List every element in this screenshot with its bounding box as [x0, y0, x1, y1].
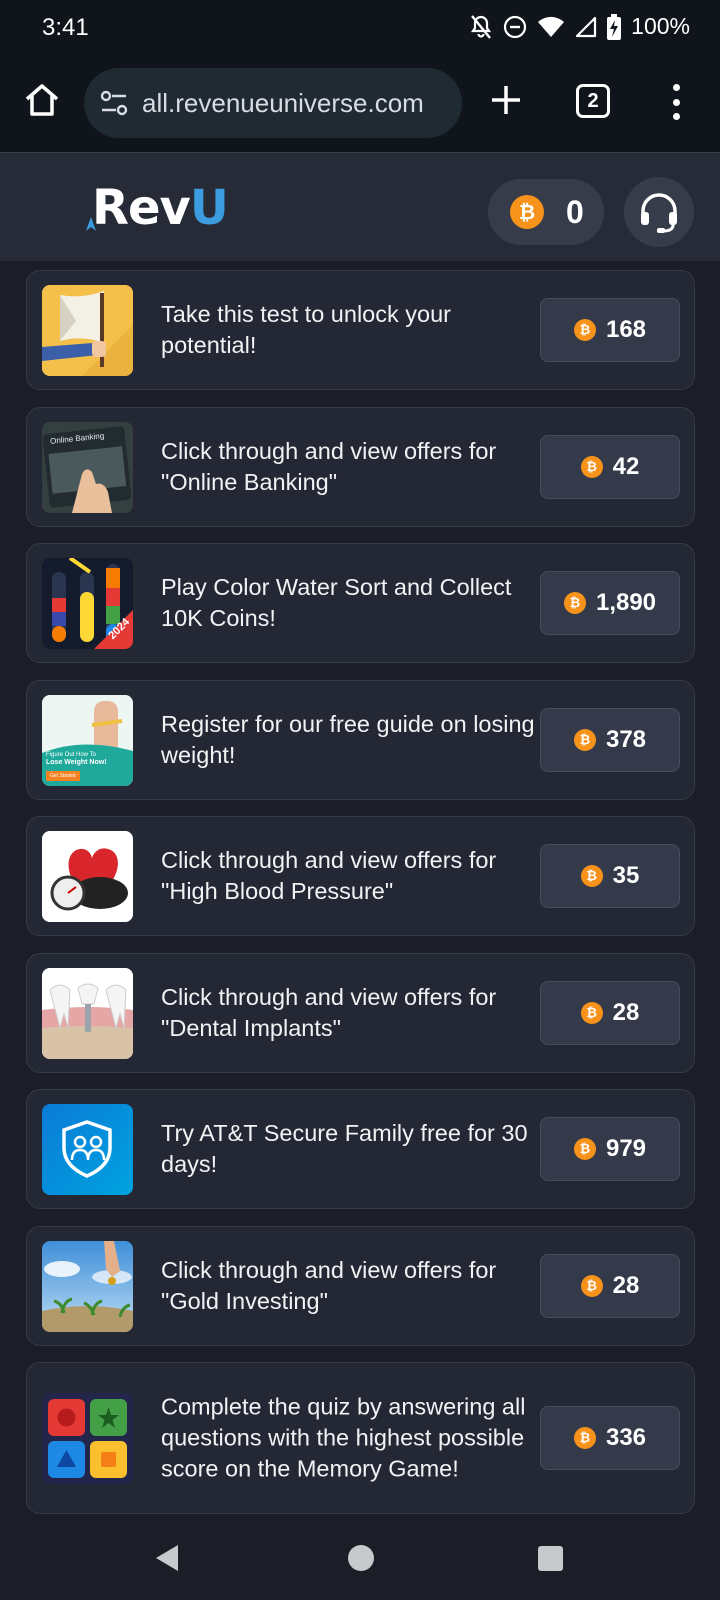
wifi-icon: [538, 16, 565, 37]
system-nav-bar: [0, 1516, 720, 1600]
recents-icon[interactable]: [538, 1546, 563, 1571]
notifications-off-icon: [471, 14, 492, 39]
back-icon[interactable]: [154, 1543, 180, 1573]
offer-title: Try AT&T Secure Family free for 30 days!: [161, 1120, 528, 1177]
offer-card[interactable]: Take this test to unlock your potential!…: [26, 270, 695, 390]
logo-u: U: [189, 180, 229, 236]
reward-button[interactable]: ₿ 28: [540, 980, 680, 1045]
reward-button[interactable]: ₿ 378: [540, 707, 680, 772]
offer-title: Register for our free guide on losing we…: [161, 710, 535, 768]
headset-icon: [641, 193, 677, 233]
more-options-icon[interactable]: [668, 84, 684, 120]
test-thumbnail: [42, 285, 133, 376]
offer-title: Click through and view offers for "Denta…: [161, 983, 497, 1041]
offer-card[interactable]: Complete the quiz by answering all quest…: [26, 1362, 695, 1514]
logo-rev: Rev: [92, 180, 191, 236]
reward-value: 28: [612, 998, 640, 1026]
battery-percent: 100%: [631, 13, 690, 39]
weight-loss-headline: Figure Out How To Lose Weight Now!: [46, 751, 107, 766]
bitcoin-icon: ₿: [580, 1001, 603, 1024]
offer-card[interactable]: Figure Out How To Lose Weight Now! Get S…: [26, 679, 695, 800]
do-not-disturb-icon: [504, 15, 527, 38]
offer-card[interactable]: Try AT&T Secure Family free for 30 days!…: [26, 1089, 695, 1209]
app-header: RevU ₿ 0: [0, 153, 720, 261]
att-secure-family-thumbnail: [42, 1104, 133, 1195]
reward-button[interactable]: ₿ 979: [540, 1117, 680, 1181]
gold-investing-thumbnail: [42, 1240, 133, 1332]
home-nav-icon[interactable]: [348, 1545, 374, 1571]
reward-value: 1,890: [595, 589, 657, 616]
bitcoin-icon: ₿: [510, 195, 544, 229]
get-started-tag: Get Started: [46, 770, 80, 781]
reward-button[interactable]: ₿ 28: [540, 1253, 680, 1318]
browser-toolbar: all.revenueuniverse.com 2: [0, 56, 720, 152]
offer-title: Complete the quiz by answering all quest…: [161, 1393, 526, 1482]
offer-title: Play Color Water Sort and Collect 10K Co…: [161, 574, 512, 631]
offer-title: Click through and view offers for "Onlin…: [161, 437, 497, 495]
offer-card[interactable]: Click through and view offers for "Denta…: [26, 952, 695, 1073]
reward-button[interactable]: ₿ 1,890: [540, 571, 680, 635]
reward-value: 28: [612, 1271, 640, 1299]
url-text[interactable]: all.revenueuniverse.com: [142, 88, 424, 119]
online-banking-thumbnail: Online Banking: [42, 421, 133, 513]
bitcoin-icon: ₿: [573, 1138, 596, 1160]
cell-signal-icon: [576, 16, 597, 37]
balance-value: 0: [566, 193, 584, 230]
offer-title: Click through and view offers for "High …: [161, 847, 497, 904]
offer-list: Take this test to unlock your potential!…: [26, 270, 695, 1514]
bitcoin-icon: ₿: [573, 728, 596, 751]
reward-value: 42: [612, 452, 640, 480]
reward-value: 168: [605, 316, 647, 343]
offer-title: Take this test to unlock your potential!: [161, 301, 451, 358]
support-button[interactable]: [624, 177, 694, 247]
status-icons: 100%: [469, 13, 690, 40]
address-bar[interactable]: all.revenueuniverse.com: [84, 68, 462, 138]
dental-implants-thumbnail: [42, 967, 133, 1059]
offer-title: Click through and view offers for "Gold …: [161, 1256, 497, 1314]
balance-pill[interactable]: ₿ 0: [488, 179, 604, 245]
reward-value: 979: [605, 1135, 647, 1162]
bitcoin-icon: ₿: [573, 1427, 596, 1449]
new-tab-icon[interactable]: [488, 82, 524, 118]
reward-value: 336: [605, 1424, 647, 1451]
bitcoin-icon: ₿: [563, 592, 586, 614]
bitcoin-icon: ₿: [580, 1274, 603, 1297]
bitcoin-icon: ₿: [573, 319, 596, 341]
bitcoin-icon: ₿: [580, 455, 603, 478]
status-bar: 3:41 100%: [0, 0, 720, 56]
reward-button[interactable]: ₿ 168: [540, 298, 680, 362]
water-sort-thumbnail: 2024: [42, 558, 133, 649]
blood-pressure-thumbnail: [42, 831, 133, 922]
tab-switcher-button[interactable]: 2: [576, 84, 610, 118]
reward-button[interactable]: ₿ 336: [540, 1406, 680, 1470]
reward-value: 378: [605, 725, 647, 753]
status-time: 3:41: [42, 14, 89, 41]
offer-card[interactable]: Online Banking Click through and view of…: [26, 406, 695, 527]
battery-charging-icon: [607, 13, 622, 40]
reward-button[interactable]: ₿ 35: [540, 844, 680, 908]
memory-game-thumbnail: [42, 1393, 133, 1484]
offer-card[interactable]: Click through and view offers for "Gold …: [26, 1225, 695, 1346]
revu-logo[interactable]: RevU: [84, 180, 229, 236]
offer-card[interactable]: Click through and view offers for "High …: [26, 816, 695, 936]
reward-button[interactable]: ₿ 42: [540, 434, 680, 499]
bitcoin-icon: ₿: [580, 865, 603, 887]
reward-value: 35: [612, 862, 640, 889]
site-settings-icon[interactable]: [98, 87, 130, 119]
offer-card[interactable]: 2024 Play Color Water Sort and Collect 1…: [26, 543, 695, 663]
home-icon[interactable]: [22, 80, 62, 120]
weight-loss-thumbnail: Figure Out How To Lose Weight Now! Get S…: [42, 694, 133, 786]
